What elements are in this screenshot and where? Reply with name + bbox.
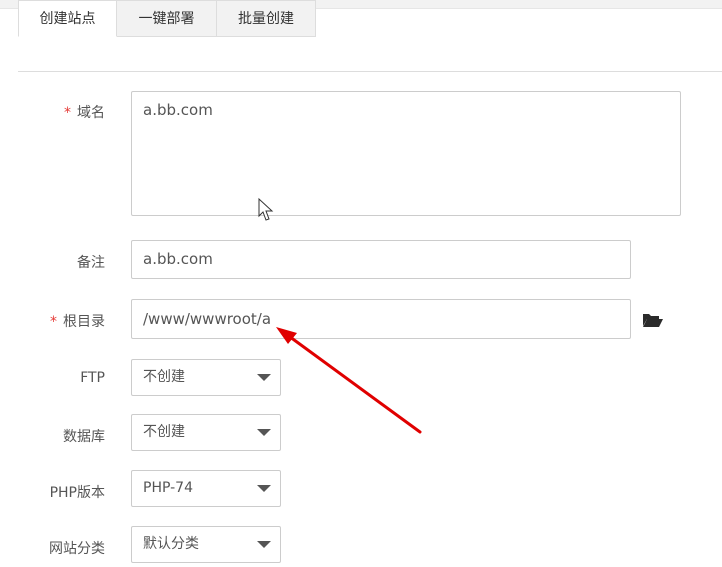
note-value: a.bb.com [143, 250, 213, 268]
domain-textarea[interactable]: a.bb.com [131, 91, 681, 216]
php-label: PHP版本 [49, 485, 105, 501]
php-selected: PHP-74 [143, 480, 193, 496]
category-selected: 默认分类 [143, 536, 199, 552]
required-marker: * [64, 105, 71, 121]
required-marker: * [50, 314, 57, 330]
ftp-selected: 不创建 [143, 369, 185, 385]
annotation-arrow [276, 327, 422, 434]
root-label-text: 根目录 [63, 314, 105, 330]
chevron-down-icon [257, 485, 271, 492]
note-label: 备注 [77, 255, 105, 271]
php-version-select[interactable]: PHP-74 [131, 470, 281, 507]
category-select[interactable]: 默认分类 [131, 526, 281, 563]
chevron-down-icon [257, 374, 271, 381]
root-dir-input[interactable]: /www/wwwroot/a [131, 299, 631, 339]
root-label: * 根目录 [50, 311, 105, 331]
ftp-label: FTP [80, 370, 105, 386]
tab-one-click-deploy[interactable]: 一键部署 [116, 0, 217, 37]
note-input[interactable]: a.bb.com [131, 240, 631, 279]
tab-batch-create[interactable]: 批量创建 [216, 0, 316, 37]
root-dir-value: /www/wwwroot/a [143, 310, 272, 328]
database-selected: 不创建 [143, 424, 185, 440]
domain-label-text: 域名 [77, 105, 105, 121]
chevron-down-icon [257, 541, 271, 548]
database-select[interactable]: 不创建 [131, 414, 281, 451]
database-label: 数据库 [63, 429, 105, 445]
domain-label: * 域名 [64, 102, 105, 122]
tab-create-site[interactable]: 创建站点 [18, 0, 117, 37]
folder-open-icon[interactable] [642, 311, 664, 329]
tabs-divider [18, 71, 722, 72]
annotation-overlay [258, 197, 422, 434]
ftp-select[interactable]: 不创建 [131, 359, 281, 396]
category-label: 网站分类 [49, 541, 105, 557]
domain-value: a.bb.com [143, 101, 213, 119]
chevron-down-icon [257, 429, 271, 436]
